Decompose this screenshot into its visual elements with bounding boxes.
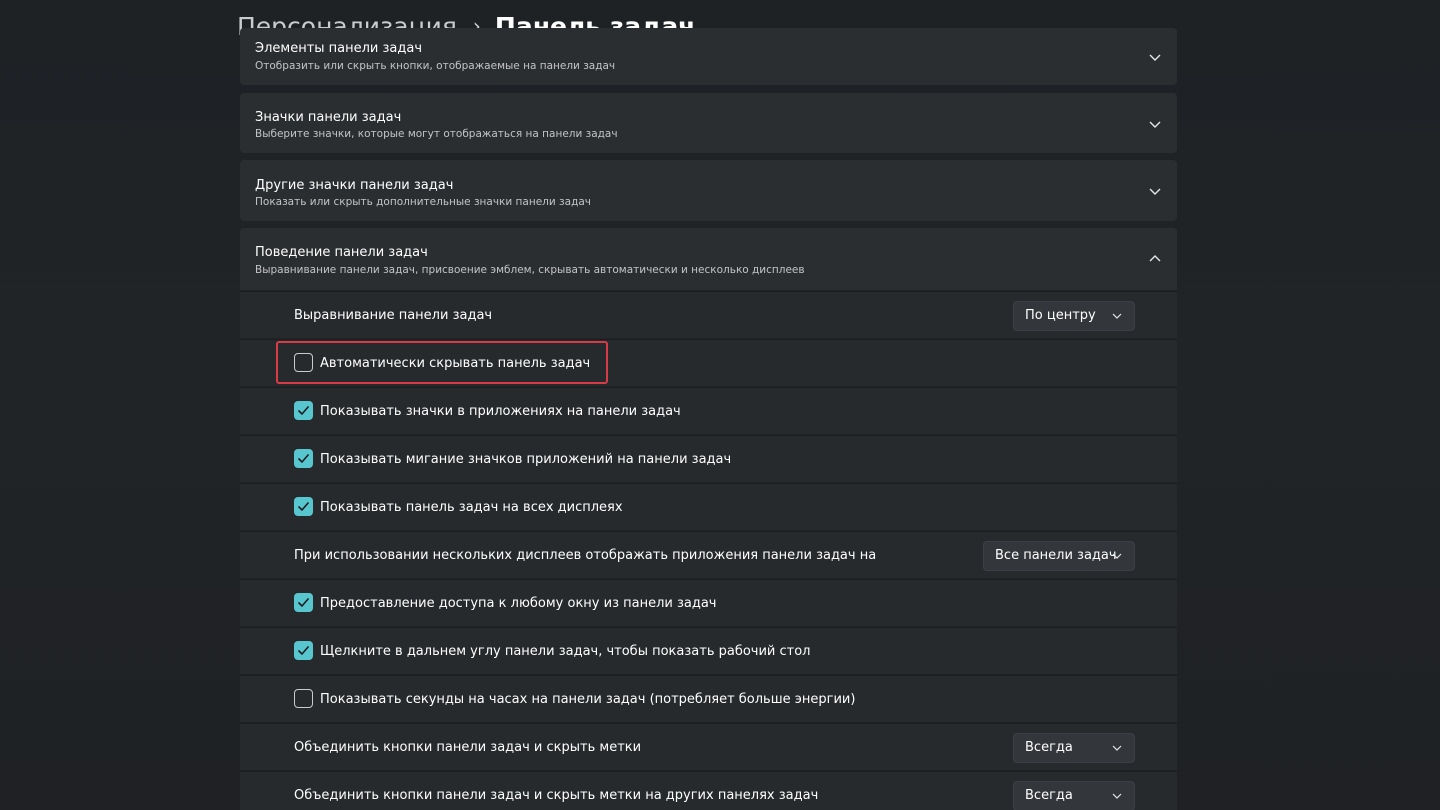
setting-row-show-badges: Показывать значки в приложениях на панел…: [240, 387, 1177, 434]
alignment-label: Выравнивание панели задач: [294, 308, 493, 323]
checkmark-icon: [297, 501, 310, 512]
combine-buttons-value: Всегда: [1025, 740, 1073, 755]
section-taskbar-icons[interactable]: Значки панели задач Выберите значки, кот…: [240, 93, 1177, 153]
section-taskbar-items[interactable]: Элементы панели задач Отобразить или скр…: [240, 28, 1177, 85]
chevron-down-icon: [1112, 313, 1122, 319]
section-title: Элементы панели задач: [255, 41, 423, 56]
setting-row-far-corner: Щелкните в дальнем углу панели задач, чт…: [240, 627, 1177, 674]
show-flashing-label[interactable]: Показывать мигание значков приложений на…: [320, 436, 731, 483]
settings-window: Персонализация › Панель задач Элементы п…: [0, 0, 1440, 810]
highlight-annotation: [276, 341, 608, 384]
chevron-down-icon: [1112, 553, 1122, 559]
setting-row-combine-other: Объединить кнопки панели задач и скрыть …: [240, 771, 1177, 810]
combine-buttons-dropdown[interactable]: Всегда: [1013, 733, 1135, 763]
share-window-checkbox[interactable]: [294, 593, 313, 612]
section-title: Значки панели задач: [255, 110, 402, 125]
setting-row-combine-buttons: Объединить кнопки панели задач и скрыть …: [240, 723, 1177, 770]
section-description: Отобразить или скрыть кнопки, отображаем…: [255, 60, 616, 72]
combine-other-value: Всегда: [1025, 788, 1073, 803]
setting-row-alignment: Выравнивание панели задач По центру: [240, 291, 1177, 338]
all-displays-checkbox[interactable]: [294, 497, 313, 516]
setting-row-show-flashing: Показывать мигание значков приложений на…: [240, 435, 1177, 482]
far-corner-checkbox[interactable]: [294, 641, 313, 660]
multi-display-dropdown[interactable]: Все панели задач: [983, 541, 1135, 571]
multi-display-value: Все панели задач: [995, 548, 1117, 563]
combine-buttons-label: Объединить кнопки панели задач и скрыть …: [294, 740, 642, 755]
settings-content: Элементы панели задач Отобразить или скр…: [240, 0, 1177, 810]
setting-row-all-displays: Показывать панель задач на всех дисплеях: [240, 483, 1177, 530]
chevron-down-icon[interactable]: [1147, 49, 1163, 65]
combine-other-dropdown[interactable]: Всегда: [1013, 781, 1135, 810]
alignment-value: По центру: [1025, 308, 1096, 323]
chevron-up-icon[interactable]: [1147, 251, 1163, 267]
section-title: Поведение панели задач: [255, 245, 428, 260]
show-badges-label[interactable]: Показывать значки в приложениях на панел…: [320, 388, 681, 435]
setting-row-multi-display: При использовании нескольких дисплеев от…: [240, 531, 1177, 578]
show-flashing-checkbox[interactable]: [294, 449, 313, 468]
chevron-down-icon[interactable]: [1147, 116, 1163, 132]
chevron-down-icon: [1112, 745, 1122, 751]
show-seconds-label[interactable]: Показывать секунды на часах на панели за…: [320, 676, 855, 723]
section-other-icons[interactable]: Другие значки панели задач Показать или …: [240, 160, 1177, 221]
checkmark-icon: [297, 645, 310, 656]
setting-row-share-window: Предоставление доступа к любому окну из …: [240, 579, 1177, 626]
section-title: Другие значки панели задач: [255, 178, 454, 193]
show-badges-checkbox[interactable]: [294, 401, 313, 420]
show-seconds-checkbox[interactable]: [294, 689, 313, 708]
alignment-dropdown[interactable]: По центру: [1013, 301, 1135, 331]
chevron-down-icon: [1112, 793, 1122, 799]
multi-display-label: При использовании нескольких дисплеев от…: [294, 548, 877, 563]
checkmark-icon: [297, 405, 310, 416]
section-description: Выберите значки, которые могут отображат…: [255, 128, 618, 140]
combine-other-label: Объединить кнопки панели задач и скрыть …: [294, 788, 819, 803]
checkmark-icon: [297, 597, 310, 608]
section-taskbar-behavior[interactable]: Поведение панели задач Выравнивание пане…: [240, 228, 1177, 290]
section-description: Показать или скрыть дополнительные значк…: [255, 196, 591, 208]
all-displays-label[interactable]: Показывать панель задач на всех дисплеях: [320, 484, 623, 531]
far-corner-label[interactable]: Щелкните в дальнем углу панели задач, чт…: [320, 628, 811, 675]
setting-row-show-seconds: Показывать секунды на часах на панели за…: [240, 675, 1177, 722]
share-window-label[interactable]: Предоставление доступа к любому окну из …: [320, 580, 717, 627]
chevron-down-icon[interactable]: [1147, 183, 1163, 199]
checkmark-icon: [297, 453, 310, 464]
section-description: Выравнивание панели задач, присвоение эм…: [255, 264, 805, 276]
